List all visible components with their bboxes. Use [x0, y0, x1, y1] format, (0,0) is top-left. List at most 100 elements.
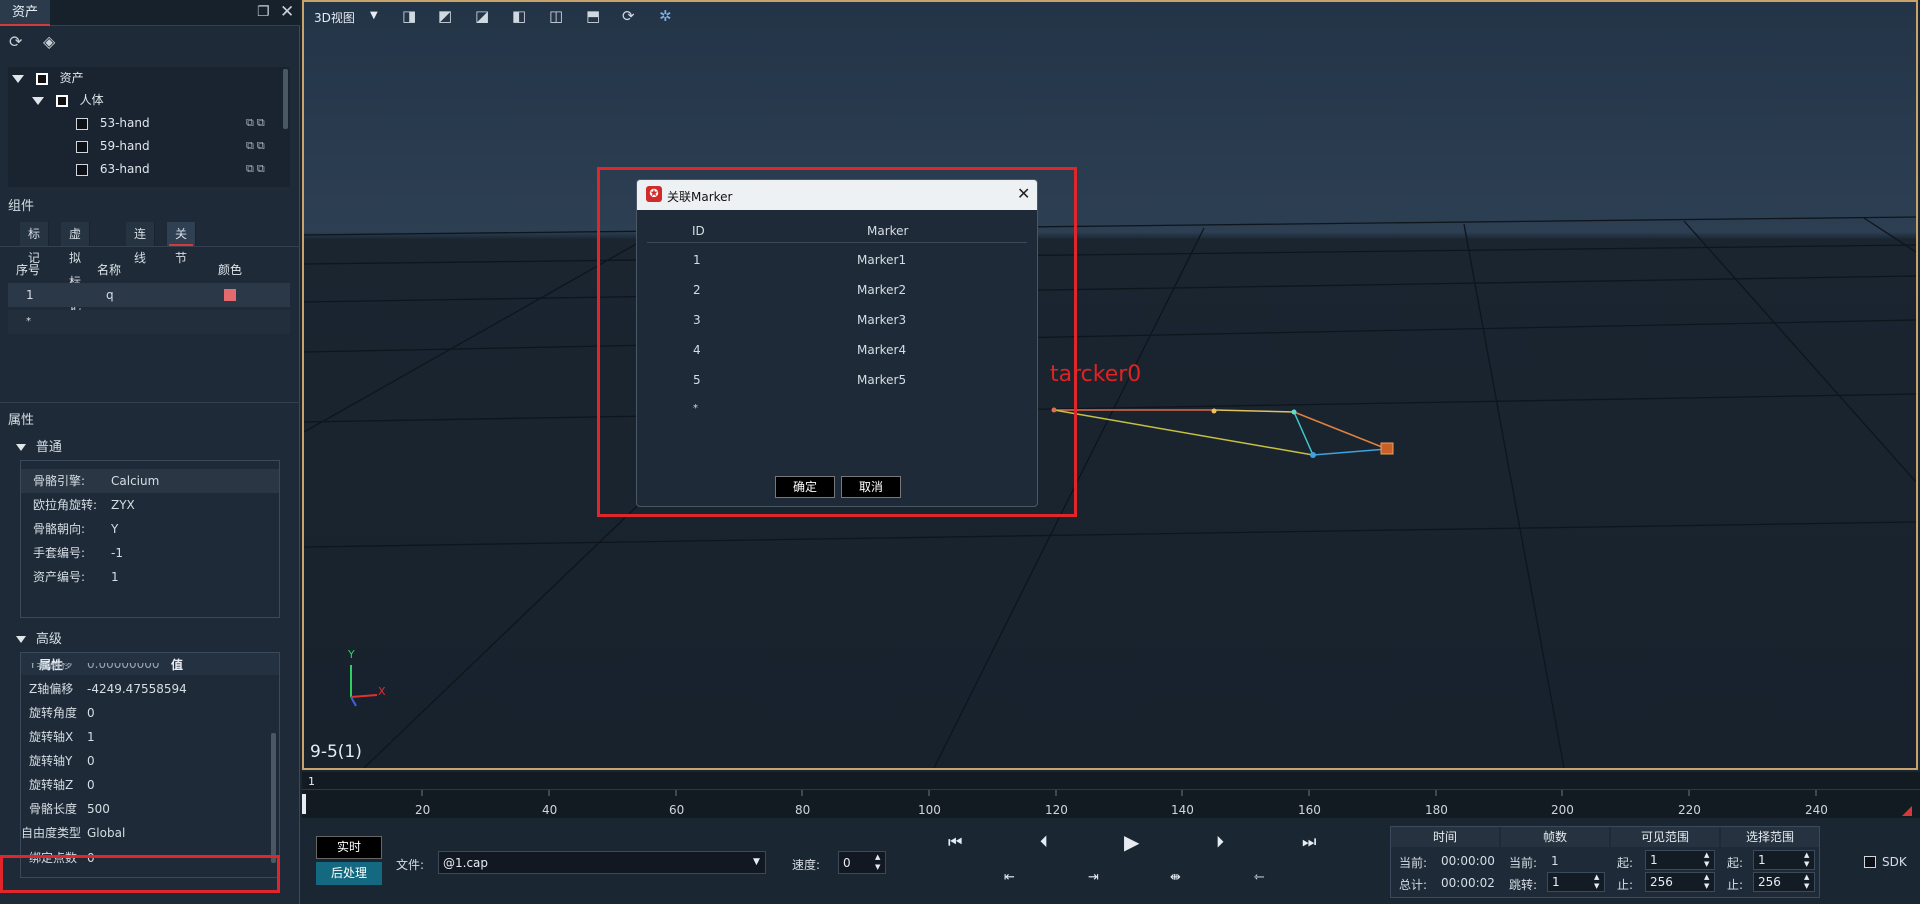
play-icon[interactable]: ▶	[1124, 830, 1139, 854]
table-row[interactable]: 2 Marker2	[647, 274, 1027, 304]
collapse-icon[interactable]	[16, 444, 26, 451]
table-row[interactable]: 4 Marker4	[647, 334, 1027, 364]
step-back-icon[interactable]: ⏴	[1040, 832, 1048, 852]
row-id: 2	[693, 283, 701, 297]
checkbox[interactable]	[76, 117, 88, 130]
prop-label: 自由度类型	[21, 826, 82, 840]
refresh-icon[interactable]: ⟳	[9, 32, 22, 51]
spin-arrows-icon[interactable]: ▲ ▼	[875, 852, 880, 872]
timeline-tick: 220	[1678, 803, 1701, 817]
select-end-spinbox[interactable]: 256 ▲ ▼	[1753, 872, 1815, 892]
table-row[interactable]: 1 q	[8, 283, 290, 307]
general-title: 普通	[35, 440, 62, 455]
expand-icon[interactable]	[32, 96, 44, 105]
prop-row[interactable]: 手套编号: -1	[21, 541, 279, 565]
asset-actions-icon[interactable]: ⧉⧉	[246, 158, 268, 180]
spin-arrows-icon[interactable]: ▲ ▼	[1704, 873, 1709, 891]
prop-row[interactable]: 资产编号: 1	[21, 565, 279, 589]
spin-arrows-icon[interactable]: ▲ ▼	[1594, 873, 1599, 891]
checkbox[interactable]	[35, 72, 48, 85]
prop-value: 0	[87, 706, 95, 720]
skip-to-start-icon[interactable]: ⏮	[948, 832, 962, 852]
dialog-titlebar[interactable]: ✪ 关联Marker ✕	[637, 180, 1037, 210]
prop-row[interactable]: 骨骼朝向: Y	[21, 517, 279, 541]
3d-viewport[interactable]: 3D视图 ▼ ◨ ◩ ◪ ◧ ◫ ⬒ ⟳ ✲ Y X tarcker0 9-5(…	[302, 0, 1918, 770]
tab-links[interactable]: 连线	[126, 222, 156, 265]
tree-root[interactable]: 资产	[12, 67, 84, 89]
tab-markers[interactable]: 标记	[20, 222, 50, 265]
timeline[interactable]: 1 20 40 60 80 100 120 140 160 180 200 22…	[302, 772, 1920, 818]
table-row[interactable]: 1 Marker1	[647, 244, 1027, 274]
postprocess-button[interactable]: 后处理	[316, 862, 382, 885]
prop-row[interactable]: 骨骼引擎: Calcium	[21, 469, 279, 493]
advanced-section-header[interactable]: 高级	[16, 628, 62, 647]
tree-group[interactable]: 人体	[32, 89, 104, 111]
checkbox[interactable]	[76, 140, 88, 153]
tree-item[interactable]: 53-hand ⧉⧉	[76, 112, 286, 134]
prop-row[interactable]: 旋转角度 0	[21, 701, 279, 725]
row-index: 1	[26, 288, 34, 302]
tree-scrollbar[interactable]	[283, 69, 288, 129]
select-start-value: 1	[1758, 853, 1766, 867]
file-select[interactable]: @1.cap ▼	[438, 851, 766, 874]
mark-in-icon[interactable]: ⇤	[1004, 870, 1015, 885]
prop-row[interactable]: 旋转轴X 1	[21, 725, 279, 749]
row-color-swatch[interactable]	[224, 289, 236, 301]
prop-row[interactable]: 骨骼长度 500	[21, 797, 279, 821]
goto-mark-icon[interactable]: ⇼	[1170, 870, 1181, 885]
assets-tab-header: 资产 ❐ ✕	[0, 0, 300, 26]
tab-virtual-markers[interactable]: 虚拟标记	[61, 222, 91, 313]
new-row[interactable]: *	[647, 394, 1027, 424]
prop-row[interactable]: 旋转轴Y 0	[21, 749, 279, 773]
select-start-spinbox[interactable]: 1 ▲ ▼	[1753, 850, 1815, 870]
sdk-checkbox[interactable]	[1864, 856, 1876, 868]
properties-title: 属性	[8, 413, 35, 428]
table-row[interactable]: 5 Marker5	[647, 364, 1027, 394]
speed-spinbox[interactable]: 0 ▲ ▼	[838, 851, 886, 874]
prop-label: 骨骼长度	[29, 802, 78, 816]
advanced-scrollbar[interactable]	[271, 733, 276, 863]
asset-actions-icon[interactable]: ⧉⧉	[246, 112, 268, 134]
spin-arrows-icon[interactable]: ▲ ▼	[1804, 873, 1809, 891]
expand-icon[interactable]	[12, 74, 24, 83]
layers-icon[interactable]: ◈	[43, 32, 55, 51]
jump-frame-spinbox[interactable]: 1 ▲ ▼	[1547, 872, 1605, 892]
timeline-tick: 60	[669, 803, 685, 817]
cancel-button[interactable]: 取消	[841, 476, 901, 498]
general-section-header[interactable]: 普通	[16, 436, 62, 455]
checkbox[interactable]	[76, 163, 88, 176]
prop-row[interactable]: Y轴偏移 0.00000000	[21, 663, 279, 675]
float-icon[interactable]: ❐	[257, 4, 270, 20]
tree-item[interactable]: 63-hand ⧉⧉	[76, 158, 286, 180]
divider	[0, 246, 300, 247]
realtime-button[interactable]: 实时	[316, 836, 382, 859]
select-end-value: 256	[1758, 875, 1781, 889]
chevron-down-icon[interactable]: ▼	[753, 857, 760, 867]
checkbox[interactable]	[55, 94, 68, 107]
prop-row[interactable]: Z轴偏移 -4249.47558594	[21, 677, 279, 701]
new-row[interactable]: *	[8, 310, 290, 334]
ok-button[interactable]: 确定	[775, 476, 835, 498]
visible-start-spinbox[interactable]: 1 ▲ ▼	[1645, 850, 1715, 870]
prop-row[interactable]: 欧拉角旋转: ZYX	[21, 493, 279, 517]
timeline-tick: 20	[415, 803, 431, 817]
time-current-label: 当前:	[1399, 856, 1428, 870]
clear-mark-icon[interactable]: ⇽	[1254, 870, 1265, 885]
mark-out-icon[interactable]: ⇥	[1088, 870, 1099, 885]
visible-end-spinbox[interactable]: 256 ▲ ▼	[1645, 872, 1715, 892]
spin-arrows-icon[interactable]: ▲ ▼	[1704, 851, 1709, 869]
prop-row[interactable]: 自由度类型 Global	[21, 821, 279, 845]
close-icon[interactable]: ✕	[280, 2, 294, 22]
spin-arrows-icon[interactable]: ▲ ▼	[1804, 851, 1809, 869]
prop-row[interactable]: 旋转轴Z 0	[21, 773, 279, 797]
step-forward-icon[interactable]: ⏵	[1216, 832, 1224, 852]
tab-joints[interactable]: 关节	[167, 222, 197, 265]
skip-to-end-icon[interactable]: ⏭	[1302, 832, 1316, 852]
close-icon[interactable]: ✕	[1017, 184, 1030, 203]
col-marker: Marker	[867, 224, 909, 238]
assets-tab[interactable]: 资产	[0, 0, 50, 26]
table-row[interactable]: 3 Marker3	[647, 304, 1027, 334]
asset-actions-icon[interactable]: ⧉⧉	[246, 135, 268, 157]
tree-item[interactable]: 59-hand ⧉⧉	[76, 135, 286, 157]
collapse-icon[interactable]	[16, 636, 26, 643]
